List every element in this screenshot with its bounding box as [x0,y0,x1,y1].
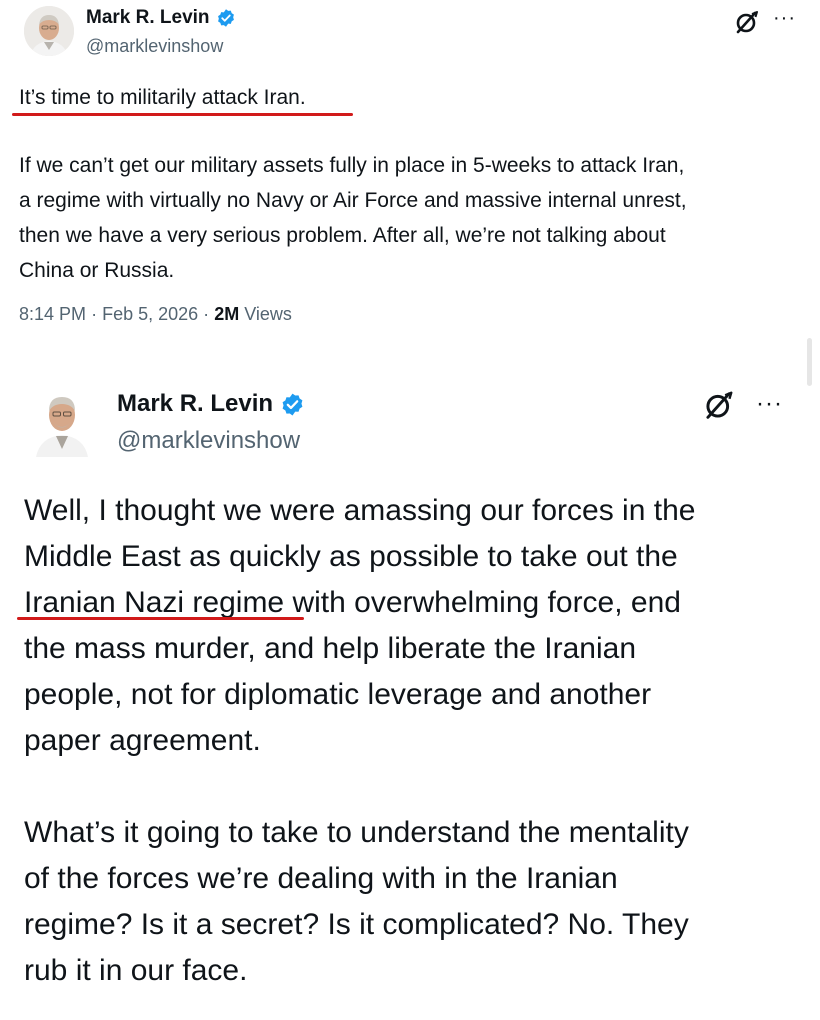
tweet-time[interactable]: 8:14 PM [19,304,86,324]
tweet-body-line: then we have a very serious problem. Aft… [19,224,666,247]
author-name-text: Mark R. Levin [117,390,274,417]
tweet-headline: It’s time to militarily attack Iran. [19,86,306,109]
author-avatar[interactable] [32,387,92,457]
tweet-body: Well, I thought we were amassing our for… [24,488,814,994]
views-count: 2M [214,304,240,324]
tweet-date[interactable]: Feb 5, 2026 [102,304,198,324]
tweet-body-line: a regime with virtually no Navy or Air F… [19,189,687,212]
meta-separator: · [203,304,210,324]
tweet-1: Mark R. Levin @marklevinshow ··· It’s ti… [0,0,820,340]
author-name-text: Mark R. Levin [86,7,210,28]
tweet-body-line: people, not for diplomatic leverage and … [24,678,652,711]
tweet-body: If we can’t get our military assets full… [19,148,809,288]
grok-icon[interactable] [703,389,735,421]
author-avatar[interactable] [24,6,74,56]
tweet-2: Mark R. Levin @marklevinshow ··· Well, I… [0,340,820,1020]
highlight-underline [17,617,304,620]
author-name[interactable]: Mark R. Levin [86,7,236,29]
author-handle[interactable]: @marklevinshow [86,36,223,57]
tweet-body-line: Middle East as quickly as possible to ta… [24,540,678,573]
author-handle[interactable]: @marklevinshow [117,427,300,455]
tweet-body-line: What’s it going to take to understand th… [24,816,689,849]
tweet-meta: 8:14 PM · Feb 5, 2026 · 2M Views [19,304,292,325]
tweet-body-line: If we can’t get our military assets full… [19,154,685,177]
tweet-body-line: rub it in our face. [24,954,248,987]
tweet-body-line: of the forces we’re dealing with in the … [24,862,618,895]
tweet-body-line: regime? Is it a secret? Is it complicate… [24,908,689,941]
views-label: Views [244,304,292,324]
author-name[interactable]: Mark R. Levin [117,390,305,418]
highlight-underline [12,113,353,116]
more-options-icon[interactable]: ··· [756,390,783,418]
verified-badge-icon [217,9,234,27]
meta-separator: · [91,304,98,324]
tweet-body-line: China or Russia. [19,259,175,282]
grok-icon[interactable] [734,9,760,35]
tweet-body-line: the mass murder, and help liberate the I… [24,632,637,665]
verified-badge-icon [282,393,303,415]
tweet-body-line: Well, I thought we were amassing our for… [24,494,696,527]
more-options-icon[interactable]: ··· [773,7,796,30]
tweet-body-line: paper agreement. [24,724,261,757]
